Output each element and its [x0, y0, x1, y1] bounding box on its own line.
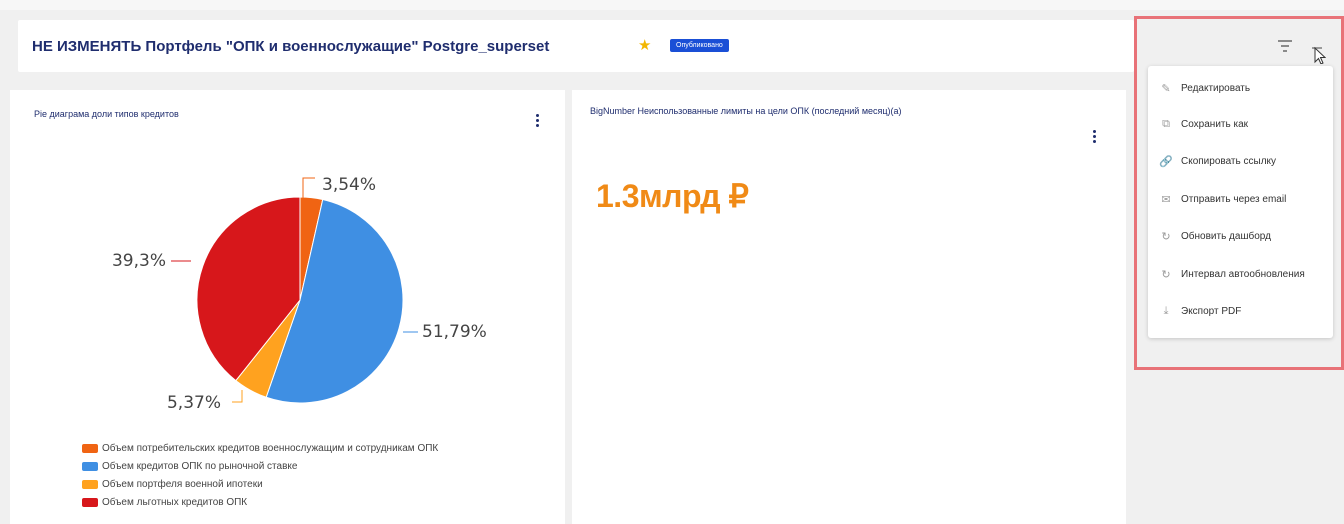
menu-item-label: Отправить через email — [1181, 193, 1287, 205]
mail-icon: ✉ — [1161, 193, 1171, 206]
save-copy-icon: ⧉ — [1162, 117, 1170, 130]
legend-label: Объем льготных кредитов ОПК — [102, 496, 248, 508]
dashboard-title: НЕ ИЗМЕНЯТЬ Портфель "ОПК и военнослужащ… — [32, 38, 550, 55]
menu-item[interactable]: ⧉ Сохранить как — [1148, 112, 1333, 136]
bignumber-panel-menu-icon[interactable] — [1093, 130, 1097, 145]
pie-slice-label: 39,3% — [112, 251, 166, 271]
bignumber-value: 1.3млрд ₽ — [596, 178, 749, 214]
legend-swatch — [82, 461, 98, 471]
pie-slice-label: 5,37% — [167, 393, 221, 413]
legend-label: Объем потребительских кредитов военнослу… — [102, 442, 439, 454]
menu-item[interactable]: ↻ Обновить дашборд — [1148, 224, 1333, 248]
bignumber-panel: BigNumber Неиспользованные лимиты на цел… — [572, 90, 1126, 524]
menu-item[interactable]: 🔗 Скопировать ссылку — [1148, 149, 1333, 173]
pencil-icon: ✎ — [1161, 82, 1171, 95]
legend-item[interactable]: Объем портфеля военной ипотеки — [82, 475, 438, 493]
pie-legend: Объем потребительских кредитов военнослу… — [82, 439, 438, 511]
top-bar — [0, 0, 1344, 10]
pie-label-line — [302, 177, 315, 198]
pie-slice-label: 51,79% — [422, 322, 487, 342]
bignumber-panel-title: BigNumber Неиспользованные лимиты на цел… — [590, 106, 902, 116]
mouse-cursor-icon — [1312, 46, 1326, 64]
menu-item[interactable]: ↻ Интервал автообновления — [1148, 262, 1333, 286]
pie-chart: 3,54% 51,79% 5,37% 39,3% — [112, 175, 487, 413]
menu-item-label: Скопировать ссылку — [1181, 155, 1277, 167]
favorite-star-icon[interactable]: ★ — [638, 36, 651, 54]
legend-swatch — [82, 497, 98, 507]
legend-item[interactable]: Объем кредитов ОПК по рыночной ставке — [82, 457, 438, 475]
menu-item[interactable]: ✉ Отправить через email — [1148, 187, 1333, 211]
legend-item[interactable]: Объем потребительских кредитов военнослу… — [82, 439, 438, 457]
menu-item-label: Интервал автообновления — [1181, 268, 1305, 280]
pie-label-line — [232, 390, 243, 403]
menu-item-label: Экспорт PDF — [1181, 305, 1242, 317]
legend-swatch — [82, 479, 98, 489]
pie-slice-label: 3,54% — [322, 175, 376, 195]
published-badge[interactable]: Опубликовано — [670, 39, 729, 52]
dashboard-actions-menu: ✎ Редактировать ⧉ Сохранить как 🔗 Скопировать… — [1148, 66, 1333, 338]
pie-chart-panel: Pie диаграма доли типов кредитов 3,54% 51… — [10, 90, 565, 524]
menu-item-label: Обновить дашборд — [1181, 230, 1271, 242]
menu-item-label: Сохранить как — [1181, 118, 1249, 130]
legend-label: Объем портфеля военной ипотеки — [102, 478, 263, 490]
refresh-interval-icon: ↻ — [1161, 268, 1171, 281]
legend-swatch — [82, 443, 98, 453]
link-icon: 🔗 — [1159, 155, 1173, 168]
download-icon: ⤓ — [1163, 304, 1169, 317]
menu-item[interactable]: ✎ Редактировать — [1148, 76, 1333, 100]
refresh-icon: ↻ — [1161, 230, 1171, 243]
legend-item[interactable]: Объем льготных кредитов ОПК — [82, 493, 438, 511]
legend-label: Объем кредитов ОПК по рыночной ставке — [102, 460, 298, 472]
menu-item-label: Редактировать — [1181, 82, 1251, 94]
dashboard-header: НЕ ИЗМЕНЯТЬ Портфель "ОПК и военнослужащ… — [18, 20, 1134, 72]
filter-icon[interactable] — [1278, 40, 1292, 52]
menu-item[interactable]: ⤓ Экспорт PDF — [1148, 299, 1333, 323]
